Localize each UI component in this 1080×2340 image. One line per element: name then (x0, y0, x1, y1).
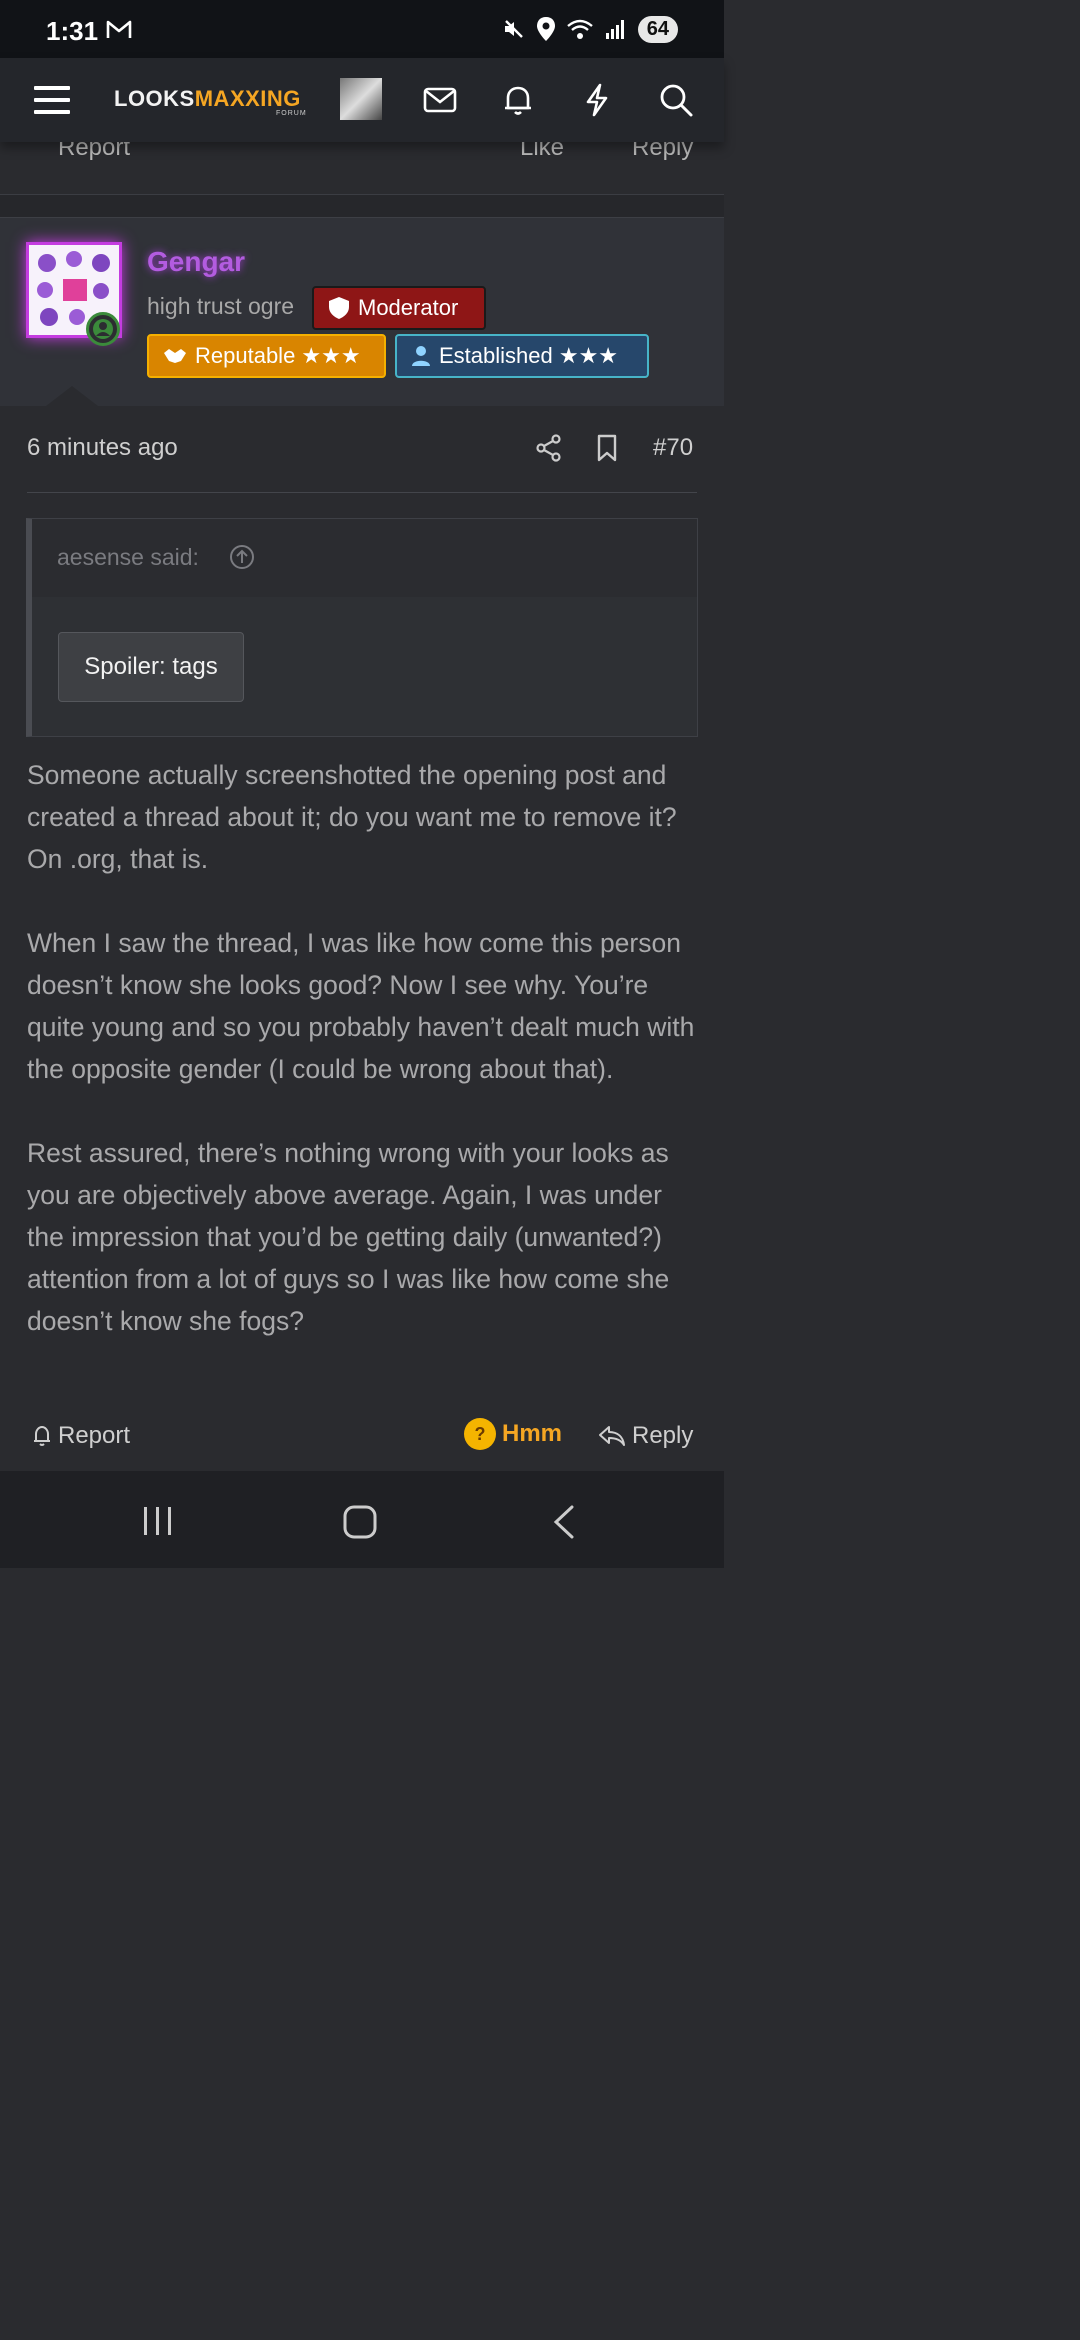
reply-button[interactable]: Reply (598, 1422, 693, 1450)
lightning-icon[interactable] (577, 80, 617, 120)
quote-author[interactable]: aesense said: (57, 544, 199, 571)
status-icons: 64 (502, 14, 678, 44)
site-logo[interactable]: LOOKSMAXXING (114, 86, 301, 112)
meta-divider (27, 492, 697, 493)
gmail-icon (106, 20, 132, 38)
post-separator (0, 195, 724, 217)
report-button[interactable]: Report (32, 1422, 130, 1450)
location-icon (536, 17, 555, 41)
bell-icon (34, 1425, 50, 1446)
post-paragraph: Someone actually screenshotted the openi… (27, 760, 677, 874)
wifi-icon (566, 19, 593, 39)
bell-icon[interactable] (498, 80, 538, 120)
site-header: LOOKSMAXXING FORUM (0, 58, 724, 142)
online-status-icon (86, 312, 120, 346)
spoiler-button[interactable]: Spoiler: tags (58, 632, 244, 702)
reputable-badge: Reputable ★★★ (147, 334, 386, 378)
post-time[interactable]: 6 minutes ago (27, 434, 178, 462)
mail-icon[interactable] (420, 80, 460, 120)
established-badge: Established ★★★ (395, 334, 649, 378)
user-icon (412, 346, 430, 366)
status-time: 1:31 (46, 16, 99, 46)
signal-icon (605, 20, 624, 39)
system-navigation-bar (0, 1471, 724, 1568)
battery-level: 64 (637, 15, 678, 43)
post-paragraph: When I saw the thread, I was like how co… (27, 928, 695, 1084)
username[interactable]: Gengar (147, 246, 245, 278)
reaction-button[interactable]: ? Hmm (464, 1418, 562, 1450)
moderator-label: Moderator (358, 295, 459, 320)
menu-icon[interactable] (32, 80, 72, 120)
avatar[interactable] (340, 78, 382, 120)
arrow-up-circle-icon[interactable] (229, 544, 255, 570)
thinking-face-icon: ? (464, 1418, 496, 1450)
reply-label: Reply (632, 1422, 694, 1449)
mute-icon (504, 20, 523, 38)
post-paragraph: Rest assured, there’s nothing wrong with… (27, 1138, 670, 1336)
search-icon[interactable] (656, 80, 696, 120)
report-label: Report (58, 1422, 131, 1449)
user-title: high trust ogre (147, 293, 295, 319)
bookmark-icon[interactable] (596, 434, 618, 462)
status-bar: 1:31 64 (0, 0, 724, 58)
moderator-badge: Moderator (312, 286, 486, 330)
logo-maxxing: MAXXING (194, 86, 301, 111)
established-label: Established ★★★ (439, 343, 619, 368)
share-icon[interactable] (536, 434, 562, 462)
logo-sub: FORUM (276, 110, 307, 117)
logo-looks: LOOKS (114, 86, 195, 111)
back-icon[interactable] (550, 1504, 578, 1540)
reaction-label: Hmm (502, 1420, 563, 1447)
previous-post-actions: Report Like Reply (0, 134, 724, 195)
recent-apps-icon[interactable] (140, 1505, 176, 1537)
handshake-icon (164, 349, 186, 363)
home-icon[interactable] (342, 1504, 378, 1540)
reputable-label: Reputable ★★★ (195, 343, 361, 368)
reply-icon (599, 1426, 625, 1446)
post-body: Someone actually screenshotted the openi… (27, 754, 702, 1384)
shield-icon (329, 297, 349, 319)
user-block-pointer (46, 386, 98, 406)
post-number[interactable]: #70 (653, 434, 693, 462)
